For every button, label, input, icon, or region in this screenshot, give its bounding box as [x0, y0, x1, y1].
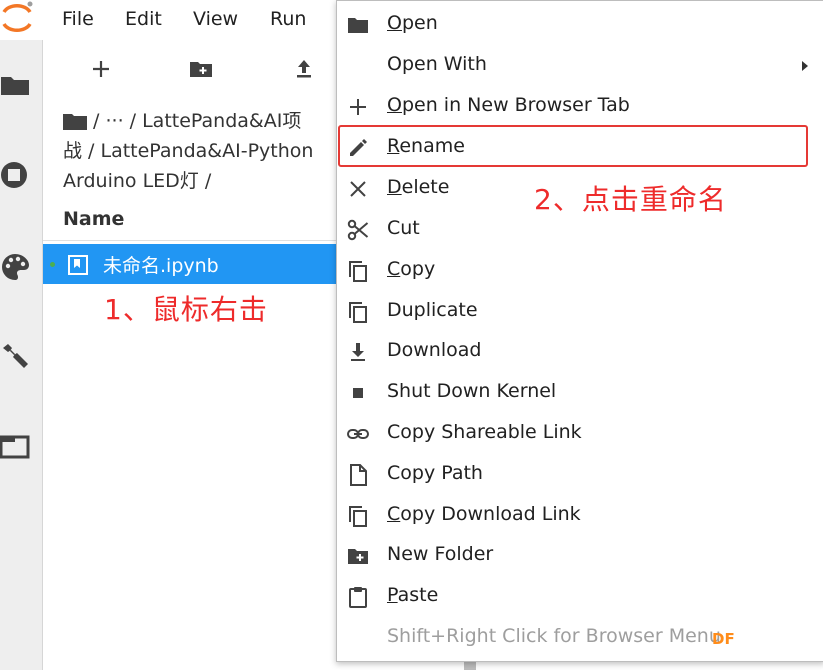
- column-header-label: Name: [63, 208, 125, 230]
- menu-item-label: Copy Download Link: [387, 503, 581, 525]
- chevron-right-icon: [802, 61, 808, 71]
- menu-item-copy-shareable-link[interactable]: Copy Shareable Link: [337, 414, 823, 454]
- menu-item-new-folder[interactable]: New Folder: [337, 536, 823, 576]
- running-indicator-icon: [50, 262, 55, 267]
- menu-item-open-with[interactable]: Open With: [337, 46, 823, 86]
- palette-icon[interactable]: [0, 252, 30, 282]
- menu-view[interactable]: View: [193, 6, 238, 32]
- menu-item-copy[interactable]: Copy: [337, 251, 823, 291]
- context-menu: Open Open With Open in New Browser Tab R…: [336, 0, 823, 662]
- menu-item-open[interactable]: Open: [337, 5, 823, 45]
- upload-icon[interactable]: [291, 56, 317, 82]
- breadcrumb-line-1[interactable]: / ··· / LattePanda&AI项: [93, 110, 301, 132]
- link-icon: [347, 429, 369, 439]
- download-icon: [351, 343, 365, 361]
- annotation-step-2: 2、点击重命名: [534, 183, 727, 216]
- clipboard-icon: [349, 587, 367, 608]
- menu-item-label: Copy: [387, 258, 436, 280]
- annotation-step-1: 1、鼠标右击: [104, 293, 268, 326]
- menu-item-label: Shut Down Kernel: [387, 380, 557, 402]
- menu-item-label: Cut: [387, 217, 420, 239]
- file-row-selected[interactable]: 未命名.ipynb: [43, 244, 343, 284]
- copy-icon: [349, 302, 367, 323]
- breadcrumb: / ··· / LattePanda&AI项 战 / LattePanda&AI…: [63, 106, 353, 196]
- rename-highlight-box: [338, 125, 808, 167]
- menu-item-download[interactable]: Download: [337, 332, 823, 372]
- folder-icon: [348, 18, 368, 33]
- new-folder-icon[interactable]: [188, 56, 214, 82]
- plus-icon: [350, 99, 366, 115]
- menu-item-label: Paste: [387, 584, 439, 606]
- menu-item-browser-menu-hint: Shift+Right Click for Browser Menu: [337, 618, 823, 658]
- menu-item-duplicate[interactable]: Duplicate: [337, 292, 823, 332]
- jupyter-logo-icon: [2, 1, 33, 32]
- running-icon[interactable]: [0, 160, 30, 190]
- menu-item-paste[interactable]: Paste: [337, 577, 823, 617]
- file-icon: [350, 464, 367, 486]
- menu-item-copy-path[interactable]: Copy Path: [337, 455, 823, 495]
- folder-icon[interactable]: [0, 70, 30, 100]
- new-folder-icon: [348, 549, 368, 564]
- menu-item-label: Shift+Right Click for Browser Menu: [387, 625, 721, 647]
- menu-item-copy-download-link[interactable]: Copy Download Link: [337, 496, 823, 536]
- copy-icon: [349, 261, 367, 282]
- menu-item-label: Copy Path: [387, 462, 483, 484]
- menu-item-label: Download: [387, 339, 482, 361]
- copy-icon: [349, 506, 367, 527]
- breadcrumb-line-2[interactable]: 战 / LattePanda&AI-Python: [63, 136, 353, 166]
- menu-item-label: Open in New Browser Tab: [387, 94, 630, 116]
- close-icon: [350, 181, 366, 197]
- scissors-icon: [347, 219, 369, 241]
- activity-bar: [0, 40, 43, 670]
- watermark-logo: DF: [712, 630, 735, 648]
- wrench-icon[interactable]: [0, 342, 30, 372]
- menu-file[interactable]: File: [62, 6, 94, 32]
- menu-item-label: Copy Shareable Link: [387, 421, 582, 443]
- home-folder-icon[interactable]: [63, 112, 87, 130]
- menu-run[interactable]: Run: [270, 6, 306, 32]
- menu-item-open-new-tab[interactable]: Open in New Browser Tab: [337, 87, 823, 127]
- menu-edit[interactable]: Edit: [125, 6, 162, 32]
- menu-item-label: Open With: [387, 53, 487, 75]
- column-header-name[interactable]: Name: [43, 200, 343, 241]
- notebook-icon: [68, 255, 88, 275]
- menu-item-label: New Folder: [387, 543, 494, 565]
- stop-icon: [353, 388, 363, 398]
- file-name: 未命名.ipynb: [103, 255, 219, 277]
- file-browser: / ··· / LattePanda&AI项 战 / LattePanda&AI…: [43, 40, 343, 670]
- menu-item-label: Delete: [387, 176, 450, 198]
- breadcrumb-line-3[interactable]: Arduino LED灯 /: [63, 166, 353, 196]
- menu-item-label: Open: [387, 12, 438, 34]
- new-launcher-plus-icon[interactable]: [88, 56, 114, 82]
- menu-item-shutdown-kernel[interactable]: Shut Down Kernel: [337, 373, 823, 413]
- menu-item-label: Duplicate: [387, 299, 478, 321]
- tabs-icon[interactable]: [0, 432, 30, 462]
